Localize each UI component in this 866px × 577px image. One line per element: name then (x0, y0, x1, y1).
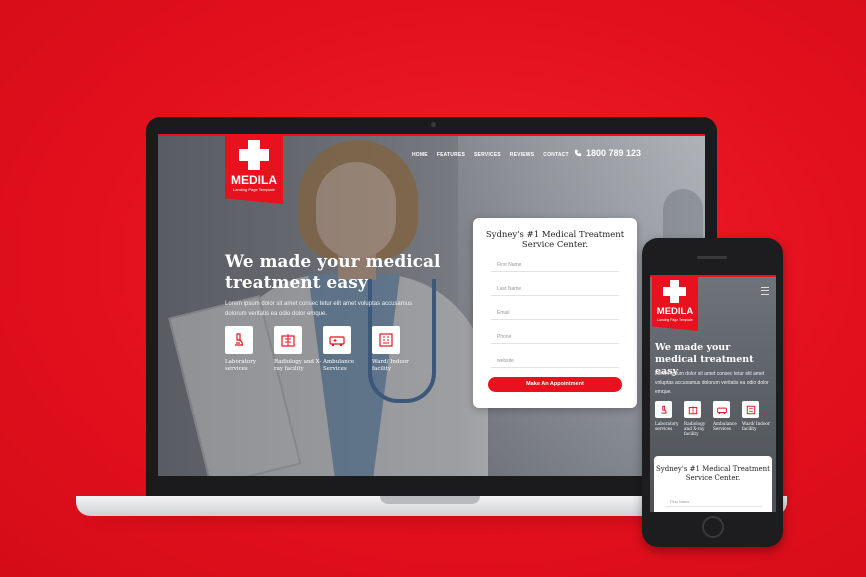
service-icon-box (323, 326, 351, 354)
logo-tagline: Landing Page Template (233, 187, 275, 192)
service-label: Laboratory services (225, 359, 256, 372)
appointment-form: Sydney's #1 Medical Treatment Service Ce… (473, 218, 637, 408)
hamburger-menu-icon[interactable] (761, 287, 769, 295)
mobile-hero-text: Lorem ipsum dolor sit amet consec tetur … (655, 371, 769, 395)
service-icon-box (655, 401, 672, 418)
laptop-notch (380, 496, 480, 504)
phone-number-text: 1800 789 123 (586, 148, 642, 158)
mobile-first-name-field[interactable]: First Name (666, 496, 762, 507)
service-label: Ambulance Services (713, 421, 737, 431)
microscope-icon (235, 333, 243, 346)
service-label: Laboratory services (655, 421, 679, 431)
mobile-logo-name: MEDILA (656, 306, 694, 317)
nav-item-home[interactable]: HOME (412, 152, 428, 158)
medical-cross-bar (239, 149, 269, 161)
hero-text: Lorem ipsum dolor sit amet consec tetur … (225, 301, 413, 317)
service-icon-box (372, 326, 400, 354)
service-icon-box (225, 326, 253, 354)
service-laboratory[interactable]: Laboratory services (225, 326, 273, 373)
service-label: Ward/ Indoor facility (372, 359, 409, 372)
mobile-logo-tagline: Landing Page Template (657, 318, 693, 322)
form-title: Sydney's #1 Medical Treatment Service Ce… (485, 230, 625, 250)
email-field[interactable]: Email (491, 306, 619, 320)
main-nav: HOME FEATURES SERVICES REVIEWS CONTACT (412, 152, 569, 158)
ambulance-icon (716, 407, 727, 414)
service-label: Ward/ Indoor facility (742, 421, 770, 431)
mobile-service-radiology[interactable]: Radiology and X-ray facility (684, 401, 714, 436)
mobile-service-laboratory[interactable]: Laboratory services (655, 401, 685, 431)
phone-home-button[interactable] (702, 516, 724, 538)
service-icon-box (713, 401, 730, 418)
phone-icon (574, 149, 582, 157)
ward-icon (746, 405, 755, 414)
service-ambulance[interactable]: Ambulance Services (323, 326, 371, 373)
make-appointment-button[interactable]: Make An Appointment (488, 377, 622, 392)
phone-speaker (697, 256, 727, 259)
nav-item-contact[interactable]: CONTACT (543, 152, 568, 158)
microscope-icon (661, 405, 666, 414)
service-label: Radiology and X-ray facility (274, 359, 322, 372)
service-radiology[interactable]: Radiology and X-ray facility (274, 326, 322, 373)
phone-field[interactable]: Phone (491, 330, 619, 344)
ambulance-icon (329, 336, 345, 347)
website-field[interactable]: website (491, 354, 619, 368)
service-icon-box (742, 401, 759, 418)
mobile-logo[interactable]: MEDILA Landing Page Template (652, 275, 698, 331)
laptop-camera-icon (431, 122, 436, 127)
xray-icon (688, 405, 697, 414)
phone-screen: MEDILA Landing Page Template We made you… (650, 275, 776, 512)
service-label: Ambulance Services (323, 359, 355, 372)
nav-item-features[interactable]: FEATURES (437, 152, 465, 158)
medical-cross-bar (663, 287, 686, 296)
logo[interactable]: MEDILA Landing Page Template (225, 134, 283, 204)
service-label: Radiology and X-ray facility (684, 421, 706, 436)
last-name-field[interactable]: Last Name (491, 282, 619, 296)
xray-icon (281, 334, 295, 347)
nav-item-reviews[interactable]: REVIEWS (510, 152, 534, 158)
nav-item-services[interactable]: SERVICES (474, 152, 501, 158)
ward-icon (379, 333, 393, 347)
laptop-screen: MEDILA Landing Page Template HOME FEATUR… (158, 134, 705, 476)
service-ward[interactable]: Ward/ Indoor facility (372, 326, 420, 373)
hero-title: We made your medical treatment easy (225, 252, 441, 293)
mobile-appointment-form: Sydney's #1 Medical Treatment Service Ce… (654, 456, 772, 512)
phone-number[interactable]: 1800 789 123 (574, 148, 641, 158)
service-icon-box (684, 401, 701, 418)
mobile-service-ambulance[interactable]: Ambulance Services (713, 401, 743, 431)
mobile-service-ward[interactable]: Ward/ Indoor facility (742, 401, 772, 431)
logo-name: MEDILA (231, 173, 277, 187)
first-name-field[interactable]: First Name (491, 258, 619, 272)
mobile-form-title: Sydney's #1 Medical Treatment Service Ce… (656, 465, 770, 482)
service-icon-box (274, 326, 302, 354)
